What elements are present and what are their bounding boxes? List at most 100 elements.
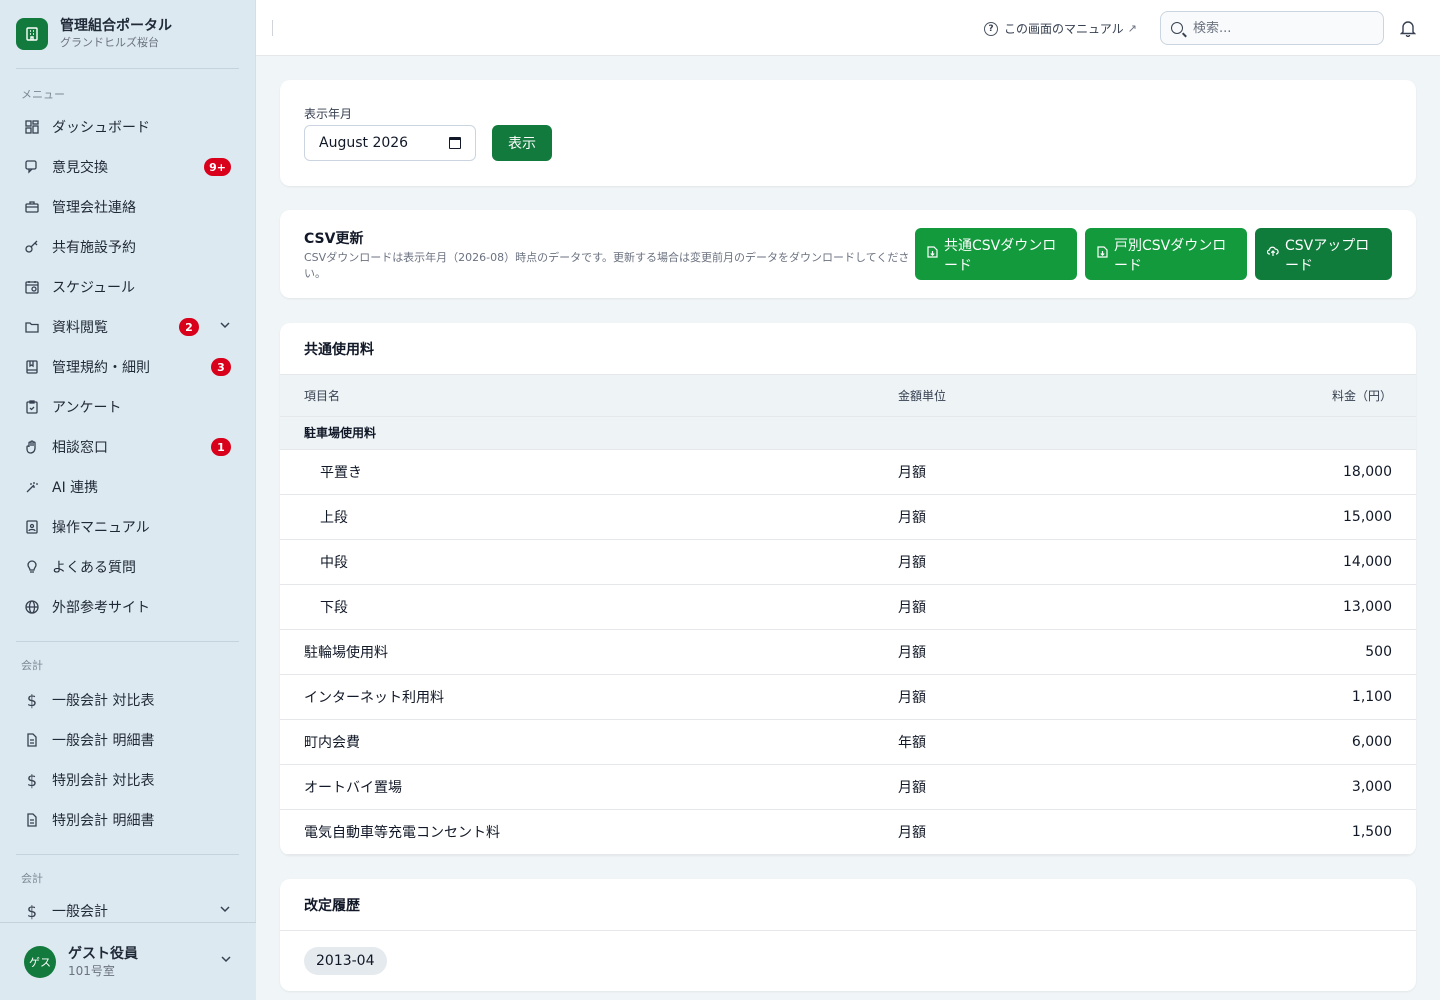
clipboard-icon	[24, 399, 40, 415]
sidebar-item-label: AI 連携	[52, 480, 99, 496]
fee-name: 電気自動車等充電コンセント料	[280, 809, 898, 855]
fee-unit: 月額	[898, 494, 1198, 540]
sidebar-item-ai[interactable]: AI 連携	[0, 467, 255, 507]
sidebar-item-label: 共有施設予約	[52, 240, 136, 256]
sidebar-item-management-contact[interactable]: 管理会社連絡	[0, 187, 255, 227]
hand-icon	[24, 439, 40, 455]
chevron-down-icon[interactable]	[219, 319, 231, 334]
table-row: 町内会費 年額 6,000	[280, 719, 1416, 765]
sidebar-item-facility-booking[interactable]: 共有施設予約	[0, 227, 255, 267]
sidebar-item-label: 意見交換	[52, 160, 108, 176]
fee-unit: 月額	[898, 764, 1198, 810]
user-room: 101号室	[68, 963, 115, 978]
sidebar-item-label: スケジュール	[52, 280, 136, 296]
table-row: インターネット利用料 月額 1,100	[280, 674, 1416, 720]
common-csv-download-button[interactable]: 共通CSVダウンロード	[915, 228, 1077, 280]
csv-description: CSVダウンロードは表示年月（2026-08）時点のデータです。更新する場合は変…	[304, 251, 910, 280]
sidebar-item-general-comparison[interactable]: $ 一般会計 対比表	[0, 680, 255, 720]
chevron-down-icon[interactable]	[220, 953, 232, 968]
fee-price: 14,000	[1198, 539, 1416, 585]
fee-price: 3,000	[1198, 764, 1416, 810]
sidebar-item-survey[interactable]: アンケート	[0, 387, 255, 427]
table-row: 上段 月額 15,000	[280, 494, 1416, 540]
csv-card: CSV更新 CSVダウンロードは表示年月（2026-08）時点のデータです。更新…	[280, 210, 1416, 298]
common-fees-card: 共通使用料 項目名 金額単位 料金（円） 駐車場使用料 平置き 月額 18,00…	[280, 323, 1416, 855]
book-icon	[24, 359, 40, 375]
notification-badge: 1	[211, 438, 231, 456]
sidebar-item-faq[interactable]: よくある質問	[0, 547, 255, 587]
sidebar-item-bylaws[interactable]: 管理規約・細則 3	[0, 347, 255, 387]
fee-price: 1,100	[1198, 674, 1416, 720]
sidebar-item-documents[interactable]: 資料閲覧 2	[0, 307, 255, 347]
sidebar-item-special-comparison[interactable]: $ 特別会計 対比表	[0, 760, 255, 800]
sidebar-item-manual[interactable]: 操作マニュアル	[0, 507, 255, 547]
filter-card: 表示年月 August 2026 表示	[280, 80, 1416, 186]
sidebar-item-external-sites[interactable]: 外部参考サイト	[0, 587, 255, 627]
sidebar-item-label: 外部参考サイト	[52, 600, 150, 616]
fees-table: 項目名 金額単位 料金（円） 駐車場使用料 平置き 月額 18,000 上段 月…	[280, 375, 1416, 855]
fee-unit: 月額	[898, 674, 1198, 720]
screen-manual-link[interactable]: ? この画面のマニュアル ↗	[984, 20, 1137, 37]
fee-name: 駐輪場使用料	[280, 629, 898, 675]
table-row: 電気自動車等充電コンセント料 月額 1,500	[280, 809, 1416, 855]
csv-title: CSV更新	[304, 231, 364, 247]
brand[interactable]: 管理組合ポータル グランドヒルズ桜台	[0, 0, 255, 68]
sidebar-item-label: 相談窓口	[52, 440, 108, 456]
sidebar-item-consultation[interactable]: 相談窓口 1	[0, 427, 255, 467]
sparkle-icon	[24, 479, 40, 495]
user-menu[interactable]: ゲス ゲスト役員 101号室	[0, 922, 256, 1000]
sidebar-item-label: 操作マニュアル	[52, 520, 150, 536]
unit-csv-download-button[interactable]: 戸別CSVダウンロード	[1085, 228, 1247, 280]
fee-name: 中段	[280, 539, 898, 585]
sidebar-item-label: 管理規約・細則	[52, 360, 150, 376]
manual-link-label: この画面のマニュアル	[1004, 22, 1124, 36]
notification-badge: 9+	[204, 158, 231, 176]
revision-history-card: 改定履歴 2013-04	[280, 879, 1416, 991]
file-download-icon	[1097, 246, 1108, 261]
fee-unit: 月額	[898, 539, 1198, 585]
cloud-upload-icon	[1266, 246, 1279, 260]
briefcase-icon	[24, 199, 40, 215]
search-icon	[1171, 22, 1183, 34]
calendar-icon[interactable]	[449, 137, 461, 149]
table-row: 中段 月額 14,000	[280, 539, 1416, 585]
sidebar-item-label: 一般会計 明細書	[52, 733, 155, 749]
sidebar-item-label: アンケート	[52, 400, 122, 416]
history-title: 改定履歴	[280, 879, 1416, 931]
bell-icon[interactable]	[1399, 19, 1417, 38]
dollar-icon: $	[26, 690, 38, 710]
column-header: 金額単位	[898, 375, 1198, 417]
table-row: 平置き 月額 18,000	[280, 449, 1416, 495]
dollar-icon: $	[26, 901, 38, 921]
chevron-down-icon[interactable]	[219, 903, 231, 918]
chat-icon	[24, 159, 40, 175]
sidebar-item-label: 特別会計 対比表	[52, 773, 155, 789]
table-header-row: 項目名 金額単位 料金（円）	[280, 375, 1416, 417]
sidebar-item-special-statement[interactable]: 特別会計 明細書	[0, 800, 255, 840]
table-row: 下段 月額 13,000	[280, 584, 1416, 630]
sidebar: 管理組合ポータル グランドヒルズ桜台 メニュー ダッシュボード 意見交換 9+ …	[0, 0, 256, 1000]
sidebar-item-dashboard[interactable]: ダッシュボード	[0, 107, 255, 147]
csv-upload-button[interactable]: CSVアップロード	[1255, 228, 1392, 280]
fee-price: 6,000	[1198, 719, 1416, 765]
sidebar-item-schedule[interactable]: スケジュール	[0, 267, 255, 307]
file-download-icon	[927, 246, 938, 261]
key-icon	[24, 239, 40, 255]
globe-icon	[24, 599, 40, 615]
month-label: 表示年月	[304, 107, 353, 121]
show-button[interactable]: 表示	[492, 125, 552, 161]
search-box[interactable]	[1160, 11, 1384, 45]
fee-price: 1,500	[1198, 809, 1416, 855]
table-row: 駐輪場使用料 月額 500	[280, 629, 1416, 675]
search-input[interactable]	[1193, 20, 1363, 36]
sidebar-item-general-statement[interactable]: 一般会計 明細書	[0, 720, 255, 760]
sidebar-item-label: 一般会計 対比表	[52, 693, 155, 709]
user-name: ゲスト役員	[68, 945, 138, 962]
fee-name: 平置き	[280, 449, 898, 495]
fee-unit: 月額	[898, 584, 1198, 630]
revision-tag[interactable]: 2013-04	[304, 947, 387, 975]
header-divider	[272, 20, 273, 36]
sidebar-item-discussion[interactable]: 意見交換 9+	[0, 147, 255, 187]
month-picker[interactable]: August 2026	[304, 125, 476, 161]
menu-section-label: メニュー	[21, 88, 65, 101]
